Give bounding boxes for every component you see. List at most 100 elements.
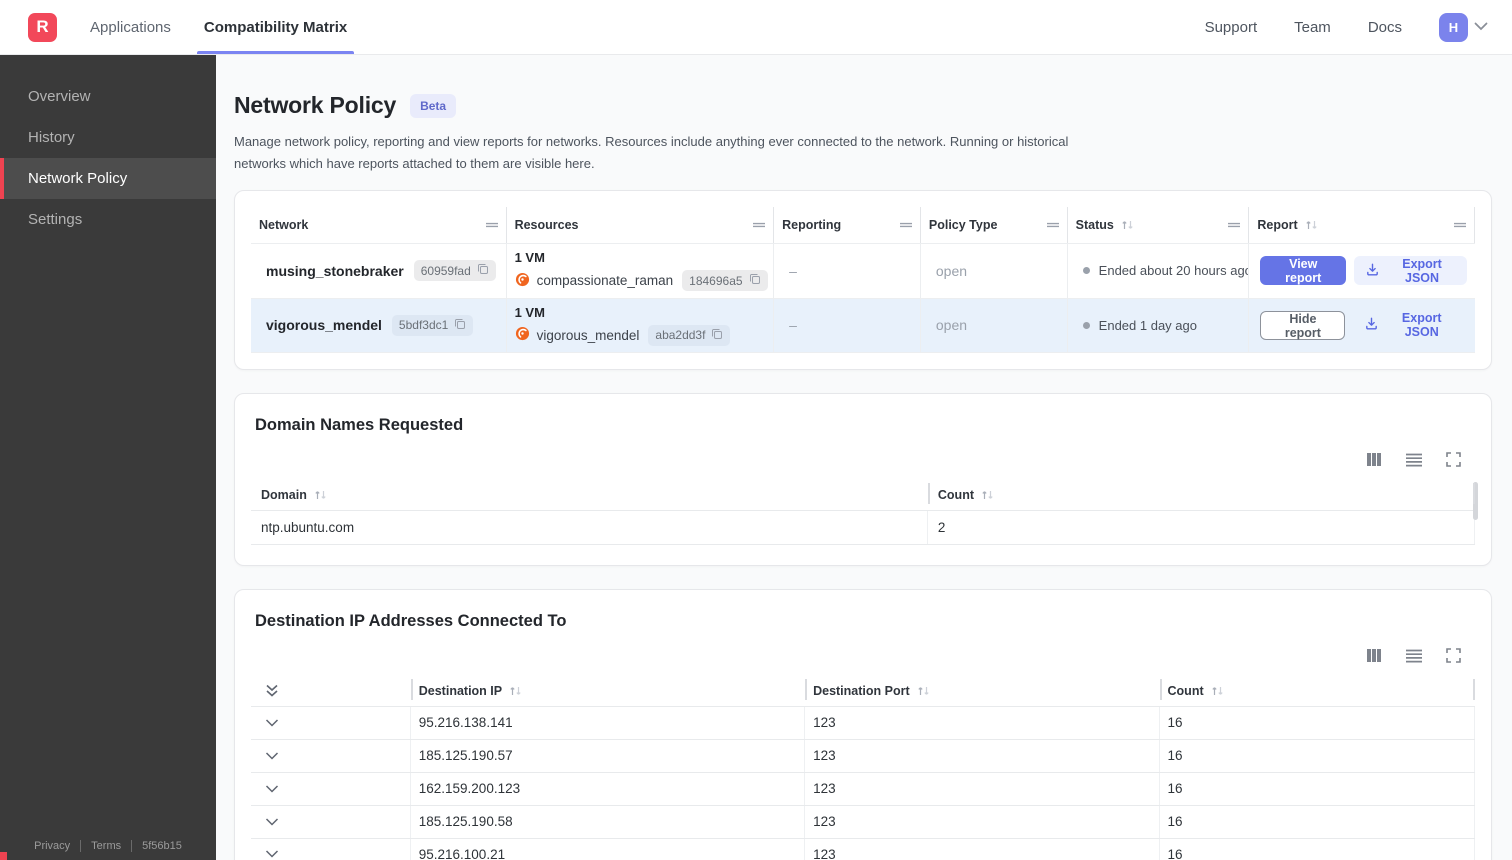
build-version-label: 5f56b15: [142, 840, 182, 852]
view-report-button[interactable]: View report: [1260, 256, 1347, 286]
sort-icon[interactable]: [981, 489, 994, 501]
sort-icon[interactable]: [917, 685, 930, 697]
column-header-destination-ip[interactable]: Destination IP: [410, 676, 805, 706]
link-docs[interactable]: Docs: [1368, 19, 1402, 36]
drag-handle-icon[interactable]: [891, 221, 913, 229]
chevron-down-icon[interactable]: [265, 752, 279, 760]
destination-port-cell: 123: [805, 805, 1160, 838]
chevron-down-icon[interactable]: [265, 785, 279, 793]
column-header-policy-type: Policy Type: [921, 206, 1068, 243]
column-header-status[interactable]: Status: [1068, 206, 1250, 243]
expand-cell: [251, 805, 411, 838]
link-support[interactable]: Support: [1205, 19, 1258, 36]
expand-all-icon[interactable]: [265, 684, 279, 697]
status-dot: [1082, 267, 1090, 275]
red-corner-accent: [0, 852, 7, 860]
footer-divider: [131, 840, 133, 852]
rows-icon[interactable]: [1405, 453, 1423, 467]
destinations-table-header: Destination IP Destination Port Count: [251, 676, 1475, 706]
sort-icon[interactable]: [509, 685, 522, 697]
sort-icon[interactable]: [314, 489, 327, 501]
footer-divider: [80, 840, 82, 852]
report-cell: View report Export JSON: [1249, 244, 1475, 298]
column-header-network: Network: [251, 206, 507, 243]
destination-row[interactable]: 185.125.190.58 123 16: [251, 804, 1475, 838]
terms-link[interactable]: Terms: [91, 840, 121, 852]
reporting-cell: –: [774, 243, 921, 298]
topbar-right: Support Team Docs H: [1205, 12, 1488, 42]
destination-row[interactable]: 185.125.190.57 123 16: [251, 738, 1475, 772]
count-cell: 16: [1160, 805, 1475, 838]
network-row[interactable]: vigorous_mendel 5bdf3dc1 1 VM vigorous_m…: [251, 297, 1475, 353]
privacy-link[interactable]: Privacy: [34, 840, 70, 852]
reporting-cell: –: [774, 298, 921, 352]
sidebar-nav: Overview History Network Policy Settings: [0, 55, 216, 240]
beta-badge: Beta: [410, 93, 457, 118]
tab-applications[interactable]: Applications: [90, 0, 171, 54]
count-cell: 2: [928, 510, 1475, 544]
destination-row[interactable]: 95.216.100.21 123 16: [251, 837, 1475, 860]
resource-id-badge: aba2dd3f: [648, 324, 731, 346]
rows-icon[interactable]: [1405, 649, 1423, 663]
sort-icon[interactable]: [1211, 685, 1224, 697]
domains-card-title: Domain Names Requested: [255, 415, 464, 434]
app-shell: Overview History Network Policy Settings…: [0, 55, 1512, 860]
chevron-down-icon[interactable]: [265, 818, 279, 826]
chevron-down-icon[interactable]: [265, 719, 279, 727]
app-logo[interactable]: R: [28, 12, 57, 42]
column-header-destination-port[interactable]: Destination Port: [805, 676, 1159, 706]
table-toolbar: [251, 648, 1475, 664]
drag-handle-icon[interactable]: [1445, 221, 1467, 229]
copy-icon[interactable]: [749, 273, 761, 288]
column-header-report[interactable]: Report: [1249, 206, 1475, 243]
columns-icon[interactable]: [1366, 452, 1382, 467]
chevron-down-icon[interactable]: [265, 850, 279, 858]
sidebar-item-network-policy[interactable]: Network Policy: [0, 158, 216, 199]
destination-row[interactable]: 95.216.138.141 123 16: [251, 705, 1475, 739]
network-row[interactable]: musing_stonebraker 60959fad 1 VM compass…: [251, 242, 1475, 298]
user-avatar[interactable]: H: [1439, 12, 1468, 42]
export-json-button[interactable]: Export JSON: [1354, 256, 1468, 286]
destination-row[interactable]: 162.159.200.123 123 16: [251, 771, 1475, 805]
destination-ip-cell: 185.125.190.58: [411, 805, 806, 838]
sidebar-item-history[interactable]: History: [0, 117, 216, 158]
drag-handle-icon[interactable]: [1038, 221, 1060, 229]
columns-icon[interactable]: [1366, 648, 1382, 663]
copy-icon[interactable]: [454, 318, 466, 333]
drag-handle-icon[interactable]: [1219, 221, 1241, 229]
expand-all-header[interactable]: [251, 676, 411, 706]
sidebar-item-settings[interactable]: Settings: [0, 199, 216, 240]
destination-port-cell: 123: [805, 739, 1160, 772]
networks-card: Network Resources Reporting Policy Type: [234, 189, 1492, 370]
sidebar-item-overview[interactable]: Overview: [0, 76, 216, 117]
destination-port-cell: 123: [805, 772, 1160, 805]
network-id-badge: 5bdf3dc1: [391, 314, 474, 336]
drag-handle-icon[interactable]: [477, 221, 499, 229]
chevron-down-icon[interactable]: [1474, 18, 1488, 36]
drag-handle-icon[interactable]: [744, 221, 766, 229]
column-header-count[interactable]: Count: [1159, 676, 1475, 706]
network-id-badge: 60959fad: [413, 260, 496, 282]
fullscreen-icon[interactable]: [1446, 452, 1461, 468]
network-cell: vigorous_mendel 5bdf3dc1: [251, 298, 507, 352]
link-team[interactable]: Team: [1294, 19, 1331, 36]
status-cell: Ended 1 day ago: [1068, 298, 1250, 352]
hide-report-button[interactable]: Hide report: [1260, 310, 1346, 340]
tab-compatibility-matrix[interactable]: Compatibility Matrix: [196, 0, 355, 54]
export-json-button[interactable]: Export JSON: [1353, 311, 1467, 340]
column-header-domain[interactable]: Domain: [251, 480, 928, 510]
sort-icon[interactable]: [1121, 219, 1134, 231]
destination-port-cell: 123: [805, 706, 1160, 739]
sort-icon[interactable]: [1305, 219, 1318, 231]
domain-row[interactable]: ntp.ubuntu.com 2: [251, 509, 1475, 545]
destination-port-cell: 123: [805, 838, 1160, 860]
user-menu[interactable]: H: [1439, 12, 1488, 42]
policy-type-cell: open: [921, 298, 1068, 352]
copy-icon[interactable]: [477, 263, 489, 278]
download-icon: [1364, 316, 1379, 334]
main-content: Network Policy Beta Manage network polic…: [216, 55, 1512, 860]
fullscreen-icon[interactable]: [1446, 648, 1461, 664]
copy-icon[interactable]: [711, 328, 723, 343]
column-header-count[interactable]: Count: [927, 480, 1475, 510]
expand-cell: [251, 772, 411, 805]
